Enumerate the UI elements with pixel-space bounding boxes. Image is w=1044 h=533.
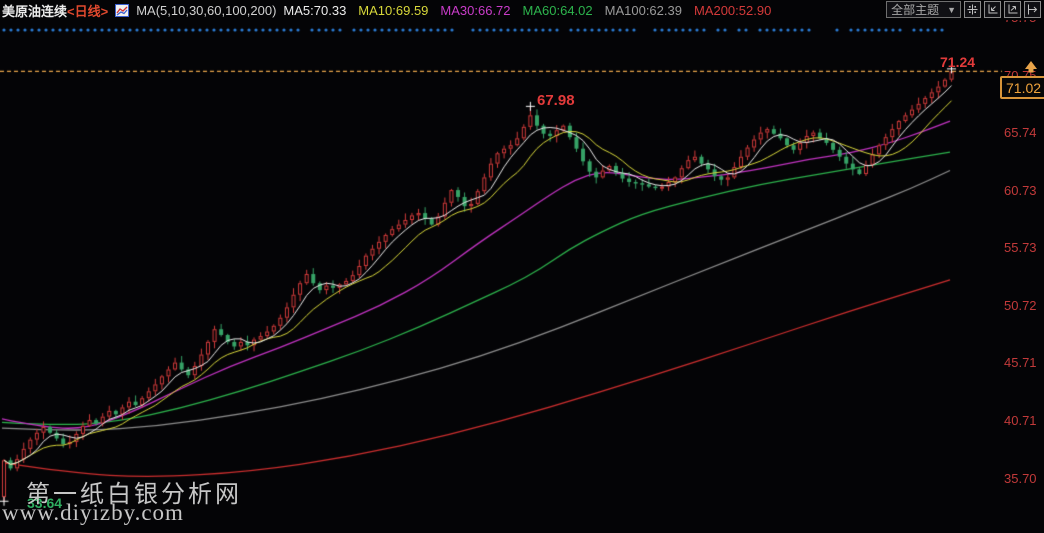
crosshair-icon [967,4,978,15]
compress-axis-button[interactable] [984,1,1001,18]
ma-value-label: MA100:62.39 [605,3,682,18]
period-label: <日线> [67,4,108,19]
shift-right-button[interactable] [1024,1,1041,18]
chart-window: 美原油连续<日线> MA(5,10,30,60,100,200) MA5:70.… [0,0,1044,533]
candlestick-chart-canvas[interactable] [0,0,1044,533]
expand-axis-button[interactable] [1004,1,1021,18]
compress-axis-icon [987,4,998,15]
mini-chart-icon [115,4,129,17]
last-high-label: 71.24 [940,54,975,70]
ma-formula-label: MA(5,10,30,60,100,200) [136,3,276,18]
themes-dropdown-label: 全部主题 [891,1,939,18]
themes-dropdown[interactable]: 全部主题 ▼ [886,1,961,18]
ma-value-label: MA5:70.33 [283,3,346,18]
ma-value-label: MA10:69.59 [358,3,428,18]
y-axis-label: 55.73 [1004,240,1037,255]
price-marker-arrow-icon [1023,60,1039,81]
expand-axis-icon [1007,4,1018,15]
ma-value-label: MA30:66.72 [440,3,510,18]
instrument-title: 美原油连续<日线> [2,1,108,20]
y-axis-label: 50.72 [1004,298,1037,313]
toolbar-right-controls: 全部主题 ▼ [886,1,1041,18]
peak-high-label: 67.98 [537,92,575,109]
y-axis-label: 65.74 [1004,125,1037,140]
y-axis-label: 40.71 [1004,413,1037,428]
y-axis-label: 60.73 [1004,183,1037,198]
current-price-value: 71.02 [1006,80,1041,96]
ma-value-label: MA60:64.02 [523,3,593,18]
shift-right-icon [1027,4,1038,15]
y-axis-label: 45.71 [1004,355,1037,370]
y-axis-label: 35.70 [1004,471,1037,486]
chevron-down-icon: ▼ [947,5,956,15]
ma-value-label: MA200:52.90 [694,3,771,18]
ma-values-row: MA5:70.33 MA10:69.59 MA30:66.72 MA60:64.02 M… [283,3,771,18]
crosshair-button[interactable] [964,1,981,18]
watermark-site-url: www.diyizby.com [2,500,184,526]
